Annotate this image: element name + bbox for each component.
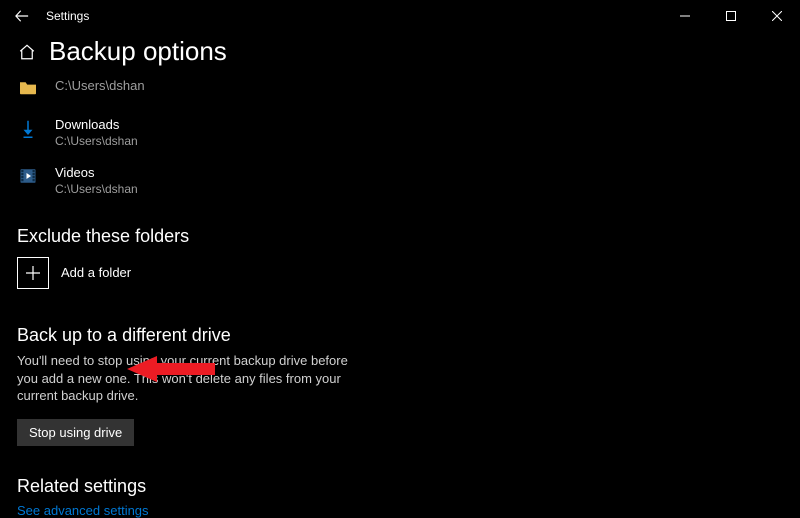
page-title: Backup options xyxy=(49,36,227,67)
add-folder-label: Add a folder xyxy=(61,265,131,280)
see-advanced-settings-link[interactable]: See advanced settings xyxy=(17,503,149,518)
folder-icon xyxy=(17,77,39,95)
minimize-button[interactable] xyxy=(662,0,708,32)
different-drive-desc: You'll need to stop using your current b… xyxy=(17,352,357,405)
close-icon xyxy=(772,11,782,21)
add-folder-button[interactable]: Add a folder xyxy=(17,257,800,289)
folder-path: C:\Users\dshan xyxy=(55,182,138,198)
folder-path: C:\Users\dshan xyxy=(55,78,145,95)
maximize-button[interactable] xyxy=(708,0,754,32)
home-icon[interactable] xyxy=(17,42,37,62)
content-area: Backup options C:\Users\dshan Downloads … xyxy=(0,36,800,518)
folder-item[interactable]: Videos C:\Users\dshan xyxy=(17,165,800,197)
close-button[interactable] xyxy=(754,0,800,32)
related-settings-title: Related settings xyxy=(17,476,800,497)
download-icon xyxy=(17,117,39,139)
minimize-icon xyxy=(680,11,690,21)
back-button[interactable] xyxy=(8,2,36,30)
arrow-left-icon xyxy=(15,9,29,23)
folder-item[interactable]: Downloads C:\Users\dshan xyxy=(17,117,800,149)
folder-path: C:\Users\dshan xyxy=(55,134,138,150)
different-drive-title: Back up to a different drive xyxy=(17,325,800,346)
maximize-icon xyxy=(726,11,736,21)
page-header: Backup options xyxy=(17,36,800,67)
exclude-section-title: Exclude these folders xyxy=(17,226,800,247)
folder-item[interactable]: C:\Users\dshan xyxy=(17,77,800,95)
folder-name: Videos xyxy=(55,165,138,182)
stop-using-drive-button[interactable]: Stop using drive xyxy=(17,419,134,446)
titlebar: Settings xyxy=(0,0,800,32)
videos-icon xyxy=(17,165,39,185)
folder-name: Downloads xyxy=(55,117,138,134)
window-controls xyxy=(662,0,800,32)
app-title: Settings xyxy=(46,9,89,23)
plus-icon xyxy=(17,257,49,289)
